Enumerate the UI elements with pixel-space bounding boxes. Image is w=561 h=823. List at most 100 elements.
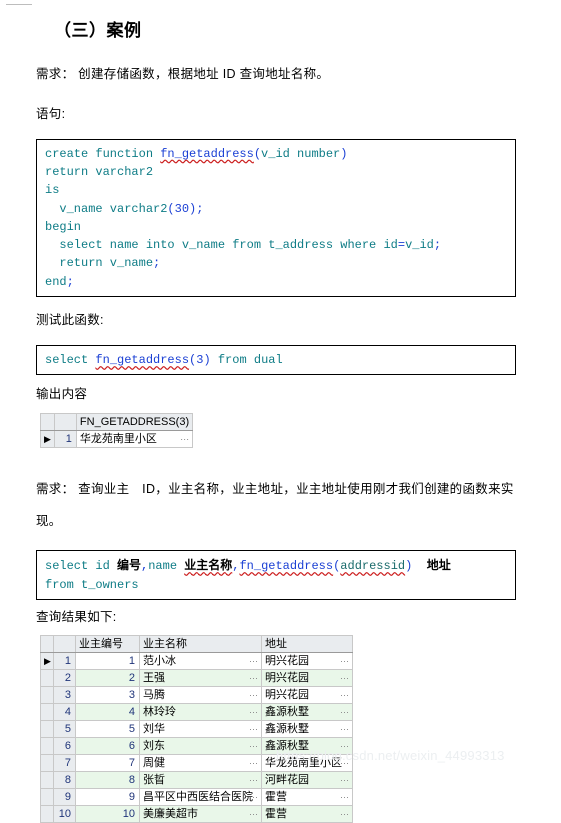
owners-result-grid[interactable]: 业主编号 业主名称 地址 ▶ 1 1 范小冰 ⋯ 明兴花园 ⋯ 2 2 王强 ⋯ 明兴花园 ⋯ 3 3 马腾 ⋯ 明兴花…: [40, 634, 353, 823]
cell-owner-address[interactable]: 明兴花园 ⋯: [261, 668, 353, 687]
cell-owner-address[interactable]: 霍营 ⋯: [261, 804, 353, 823]
code-token: 地址: [426, 558, 451, 573]
row-index-cell: 7: [53, 753, 76, 772]
cell-owner-address[interactable]: 明兴花园 ⋯: [261, 651, 353, 670]
code-token: fn_getaddress: [160, 147, 254, 161]
row-index-cell: 8: [53, 770, 76, 789]
column-header[interactable]: [40, 413, 55, 432]
cell-owner-id[interactable]: 2: [75, 668, 140, 687]
column-header[interactable]: FN_GETADDRESS(3): [75, 413, 194, 432]
row-marker-icon: [40, 702, 54, 721]
statement-label: 语句:: [36, 106, 66, 121]
cell-owner-name[interactable]: 周健 ⋯: [139, 753, 262, 772]
table-row[interactable]: 4 4 林玲玲 ⋯ 鑫源秋墅 ⋯: [40, 702, 353, 721]
code-token: (: [167, 201, 175, 216]
cell-owner-name[interactable]: 美廉美超市 ⋯: [139, 804, 262, 823]
code-token: 编号: [117, 558, 142, 573]
code-token: create function: [45, 147, 161, 161]
cell-owner-name[interactable]: 林玲玲 ⋯: [139, 702, 262, 721]
cell-owner-address[interactable]: 霍营 ⋯: [261, 787, 353, 806]
requirement-paragraph-2: 需求： 查询业主 ID，业主名称，业主地址，业主地址使用刚才我们创建的函数来实现…: [36, 482, 514, 528]
row-index-cell: 1: [53, 430, 77, 449]
cell-owner-name[interactable]: 刘华 ⋯: [139, 719, 262, 738]
code-token: v_id number: [261, 147, 341, 161]
code-token: ): [405, 559, 427, 574]
cell-owner-id[interactable]: 3: [75, 685, 140, 704]
cell-overflow-icon: ⋯: [340, 706, 349, 717]
table-row[interactable]: 8 8 张晢 ⋯ 河畔花园 ⋯: [40, 770, 353, 789]
code-token: return varchar2: [45, 165, 154, 180]
cell-owner-name[interactable]: 昌平区中西医结合医院 ⋯: [139, 787, 262, 806]
output-label: 输出内容: [36, 387, 88, 402]
code-token: 业主名称: [184, 558, 233, 573]
cell-owner-name[interactable]: 张晢 ⋯: [139, 770, 262, 789]
code-token: 30: [174, 201, 190, 216]
cell-owner-id[interactable]: 6: [75, 736, 140, 755]
cell-owner-address[interactable]: 鑫源秋墅 ⋯: [261, 702, 353, 721]
page-title: （三）案例: [54, 21, 142, 40]
row-index-cell: 4: [53, 702, 76, 721]
code-token: fn_getaddress: [239, 559, 334, 574]
cell-overflow-icon: ⋯: [249, 655, 258, 666]
cell-owner-name[interactable]: 马腾 ⋯: [139, 685, 262, 704]
column-header[interactable]: 地址: [261, 634, 353, 653]
cell-owner-address[interactable]: 河畔花园 ⋯: [261, 770, 353, 789]
table-row[interactable]: 9 9 昌平区中西医结合医院 ⋯ 霍营 ⋯: [40, 787, 353, 806]
table-row[interactable]: ▶ 1 1 范小冰 ⋯ 明兴花园 ⋯: [40, 651, 353, 670]
result-label: 查询结果如下:: [36, 609, 117, 624]
cell-overflow-icon: ⋯: [249, 791, 258, 802]
cell-owner-name[interactable]: 范小冰 ⋯: [139, 651, 262, 670]
cell-overflow-icon: ⋯: [340, 655, 349, 666]
table-row[interactable]: 3 3 马腾 ⋯ 明兴花园 ⋯: [40, 685, 353, 704]
table-header-row: FN_GETADDRESS(3): [40, 413, 194, 432]
column-header[interactable]: 业主编号: [75, 634, 140, 653]
code-line: select id 编号,name 业主名称,fn_getaddress(add…: [45, 556, 515, 575]
cell-overflow-icon: ⋯: [249, 774, 258, 785]
cell-fn-getaddress[interactable]: 华龙苑南里小区 ⋯: [75, 430, 194, 449]
cell-overflow-icon: ⋯: [340, 672, 349, 683]
table-row[interactable]: 5 5 刘华 ⋯ 鑫源秋墅 ⋯: [40, 719, 353, 738]
cell-overflow-icon: ⋯: [249, 757, 258, 768]
code-line: is: [45, 181, 515, 199]
code-token: (: [253, 147, 262, 161]
output-grid-wrapper: FN_GETADDRESS(3) ▶ 1 华龙苑南里小区 ⋯: [40, 413, 561, 449]
cell-owner-name[interactable]: 王强 ⋯: [139, 668, 262, 687]
cell-owner-id[interactable]: 7: [75, 753, 140, 772]
code-line: return varchar2: [45, 163, 515, 181]
row-marker-icon: [40, 787, 54, 806]
cell-owner-id[interactable]: 5: [75, 719, 140, 738]
cell-owner-address[interactable]: 鑫源秋墅 ⋯: [261, 719, 353, 738]
cell-owner-id[interactable]: 8: [75, 770, 140, 789]
code-token: begin: [45, 219, 82, 234]
code-token: select: [45, 353, 96, 368]
code-line: return v_name;: [45, 254, 515, 272]
output-result-grid[interactable]: FN_GETADDRESS(3) ▶ 1 华龙苑南里小区 ⋯: [40, 413, 194, 449]
cell-overflow-icon: ⋯: [249, 706, 258, 717]
cell-owner-id[interactable]: 10: [75, 804, 140, 823]
table-row[interactable]: 2 2 王强 ⋯ 明兴花园 ⋯: [40, 668, 353, 687]
code-block-owners-select: select id 编号,name 业主名称,fn_getaddress(add…: [36, 550, 516, 600]
cell-overflow-icon: ⋯: [249, 689, 258, 700]
cell-owner-name[interactable]: 刘东 ⋯: [139, 736, 262, 755]
row-index-cell: 3: [53, 685, 76, 704]
code-token: ;: [153, 256, 161, 271]
code-block-create-function: create function fn_getaddress(v_id numbe…: [36, 139, 516, 297]
cell-overflow-icon: ⋯: [249, 740, 258, 751]
table-row[interactable]: 10 10 美廉美超市 ⋯ 霍营 ⋯: [40, 804, 353, 823]
cell-owner-id[interactable]: 1: [75, 651, 140, 670]
code-token: v_id: [405, 238, 434, 253]
row-index-cell: 1: [53, 651, 76, 670]
cell-owner-address[interactable]: 明兴花园 ⋯: [261, 685, 353, 704]
row-index-cell: 10: [53, 804, 76, 823]
row-marker-icon: [40, 719, 54, 738]
column-header[interactable]: [40, 634, 54, 653]
column-header[interactable]: 业主名称: [139, 634, 262, 653]
cell-owner-id[interactable]: 9: [75, 787, 140, 806]
column-header[interactable]: [53, 413, 77, 432]
row-marker-icon: [40, 685, 54, 704]
code-line: end;: [45, 273, 515, 291]
column-header[interactable]: [53, 634, 76, 653]
watermark-url: https://blog.csdn.net/weixin_44993313: [276, 748, 505, 763]
cell-owner-id[interactable]: 4: [75, 702, 140, 721]
table-row[interactable]: ▶ 1 华龙苑南里小区 ⋯: [40, 430, 194, 449]
